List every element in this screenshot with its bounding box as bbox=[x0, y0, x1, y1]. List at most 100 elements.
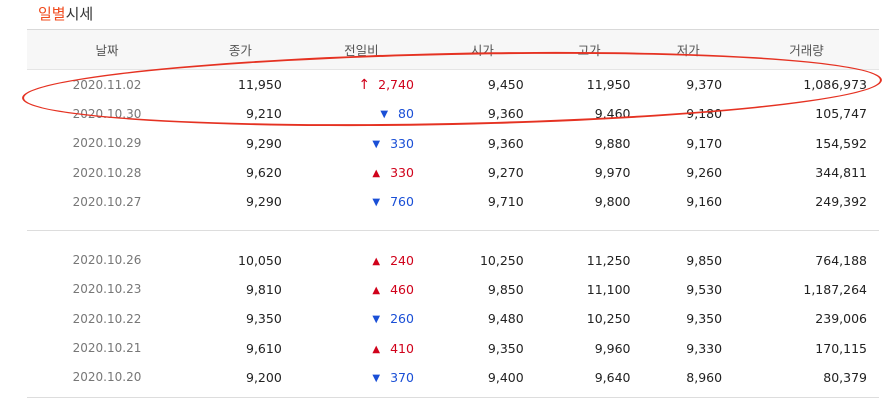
cell-open: 9,850 bbox=[487, 281, 524, 297]
change-value: 330 bbox=[390, 165, 414, 181]
up-arrow-icon: ↑ bbox=[358, 76, 371, 93]
table-row: 2020.10.21 9,610 ▲ 410 9,350 9,960 9,330 170,11… bbox=[27, 333, 879, 362]
cell-low: 9,260 bbox=[686, 165, 723, 181]
table-row: 2020.10.30 9,210 ▼ 80 9,360 9,460 9,180 105,747 bbox=[27, 99, 879, 128]
down-triangle-icon: ▼ bbox=[380, 109, 389, 121]
cell-change: ▼ 330 bbox=[294, 129, 429, 158]
cell-low: 9,170 bbox=[686, 135, 723, 151]
cell-high: 11,950 bbox=[586, 77, 631, 93]
table-row: 2020.10.27 9,290 ▼ 760 9,710 9,800 9,160 249,39… bbox=[27, 187, 879, 216]
cell-open: 10,250 bbox=[479, 252, 524, 268]
up-triangle-icon: ▲ bbox=[372, 284, 381, 296]
col-volume: 거래량 bbox=[734, 29, 879, 70]
change-value: 80 bbox=[398, 106, 414, 122]
table-header-row: 날짜 종가 전일비 시가 고가 저가 거래량 bbox=[27, 29, 879, 70]
row-separator bbox=[27, 230, 879, 246]
cell-close: 9,290 bbox=[246, 194, 282, 210]
cell-change: ▼ 760 bbox=[294, 187, 429, 216]
change-value: 330 bbox=[390, 135, 414, 151]
cell-open: 9,400 bbox=[487, 369, 524, 385]
section-title: 일별시세 bbox=[38, 3, 93, 24]
cell-low: 9,850 bbox=[686, 252, 723, 268]
cell-volume: 239,006 bbox=[815, 311, 867, 327]
change-value: 2,740 bbox=[378, 76, 414, 92]
row-gap bbox=[27, 216, 879, 231]
col-date: 날짜 bbox=[27, 29, 187, 70]
col-close: 종가 bbox=[187, 29, 294, 70]
cell-high: 9,640 bbox=[594, 369, 631, 385]
cell-date: 2020.10.23 bbox=[72, 282, 142, 297]
change-value: 370 bbox=[390, 369, 414, 385]
cell-low: 8,960 bbox=[686, 369, 723, 385]
cell-open: 9,360 bbox=[487, 106, 524, 122]
table-row: 2020.11.02 11,950 ↑ 2,740 9,450 11,950 9,370 1,… bbox=[27, 70, 879, 100]
down-triangle-icon: ▼ bbox=[372, 138, 381, 150]
cell-low: 9,180 bbox=[686, 106, 723, 122]
cell-low: 9,530 bbox=[686, 281, 723, 297]
cell-low: 9,330 bbox=[686, 340, 723, 356]
cell-high: 10,250 bbox=[586, 311, 631, 327]
cell-date: 2020.10.20 bbox=[72, 370, 142, 385]
cell-change: ▲ 460 bbox=[294, 275, 429, 304]
cell-date: 2020.10.21 bbox=[72, 341, 142, 356]
change-value: 760 bbox=[390, 194, 414, 210]
table-row: 2020.10.26 10,050 ▲ 240 10,250 11,250 9,850 764… bbox=[27, 245, 879, 274]
cell-volume: 170,115 bbox=[815, 340, 867, 356]
cell-open: 9,350 bbox=[487, 340, 524, 356]
cell-date: 2020.10.22 bbox=[72, 311, 142, 326]
cell-date: 2020.10.30 bbox=[72, 106, 142, 121]
cell-close: 9,200 bbox=[246, 369, 282, 385]
change-value: 460 bbox=[390, 281, 414, 297]
cell-low: 9,160 bbox=[686, 194, 723, 210]
col-high: 고가 bbox=[535, 29, 643, 70]
cell-close: 9,210 bbox=[246, 106, 282, 122]
cell-date: 2020.10.27 bbox=[72, 194, 142, 209]
up-triangle-icon: ▲ bbox=[372, 343, 381, 355]
cell-close: 9,620 bbox=[246, 165, 282, 181]
cell-change: ▲ 330 bbox=[294, 158, 429, 187]
cell-close: 9,290 bbox=[246, 135, 282, 151]
up-triangle-icon: ▲ bbox=[372, 168, 381, 180]
table-row: 2020.10.23 9,810 ▲ 460 9,850 11,100 9,530 1,187… bbox=[27, 275, 879, 304]
daily-price-table: 날짜 종가 전일비 시가 고가 저가 거래량 2020.11.02 11,950 ↑… bbox=[27, 29, 879, 392]
table-bottom-border bbox=[27, 397, 879, 398]
cell-open: 9,360 bbox=[487, 135, 524, 151]
cell-high: 9,800 bbox=[594, 194, 631, 210]
cell-close: 11,950 bbox=[238, 77, 282, 93]
cell-open: 9,710 bbox=[487, 194, 524, 210]
cell-date: 2020.11.02 bbox=[72, 77, 142, 92]
table-row: 2020.10.28 9,620 ▲ 330 9,270 9,970 9,260 344,81… bbox=[27, 158, 879, 187]
cell-date: 2020.10.29 bbox=[72, 136, 142, 151]
cell-high: 9,970 bbox=[594, 165, 631, 181]
cell-volume: 344,811 bbox=[815, 165, 867, 181]
table-row: 2020.10.20 9,200 ▼ 370 9,400 9,640 8,960 80,379 bbox=[27, 363, 879, 392]
cell-high: 11,100 bbox=[586, 281, 631, 297]
cell-change: ▼ 80 bbox=[294, 99, 429, 128]
down-triangle-icon: ▼ bbox=[372, 314, 381, 326]
table-row: 2020.10.29 9,290 ▼ 330 9,360 9,880 9,170 154,59… bbox=[27, 129, 879, 158]
cell-close: 9,810 bbox=[246, 281, 282, 297]
cell-change: ▼ 370 bbox=[294, 363, 429, 392]
cell-open: 9,480 bbox=[487, 311, 524, 327]
table-row: 2020.10.22 9,350 ▼ 260 9,480 10,250 9,350 239,0… bbox=[27, 304, 879, 333]
cell-open: 9,450 bbox=[487, 77, 524, 93]
section-title-rest: 시세 bbox=[65, 5, 94, 23]
cell-change: ↑ 2,740 bbox=[294, 70, 429, 100]
cell-close: 10,050 bbox=[238, 252, 282, 268]
cell-high: 9,960 bbox=[594, 340, 631, 356]
cell-change: ▼ 260 bbox=[294, 304, 429, 333]
cell-volume: 249,392 bbox=[815, 194, 867, 210]
cell-volume: 154,592 bbox=[815, 135, 867, 151]
cell-open: 9,270 bbox=[487, 165, 524, 181]
section-title-highlight: 일별 bbox=[38, 5, 66, 23]
down-triangle-icon: ▼ bbox=[372, 197, 381, 209]
col-change: 전일비 bbox=[293, 29, 429, 70]
cell-volume: 1,187,264 bbox=[803, 281, 867, 297]
up-triangle-icon: ▲ bbox=[372, 255, 381, 267]
cell-close: 9,610 bbox=[246, 340, 282, 356]
cell-close: 9,350 bbox=[246, 311, 282, 327]
cell-date: 2020.10.28 bbox=[72, 165, 142, 180]
change-value: 240 bbox=[390, 252, 414, 268]
cell-change: ▲ 410 bbox=[294, 333, 429, 362]
cell-volume: 1,086,973 bbox=[803, 77, 867, 93]
